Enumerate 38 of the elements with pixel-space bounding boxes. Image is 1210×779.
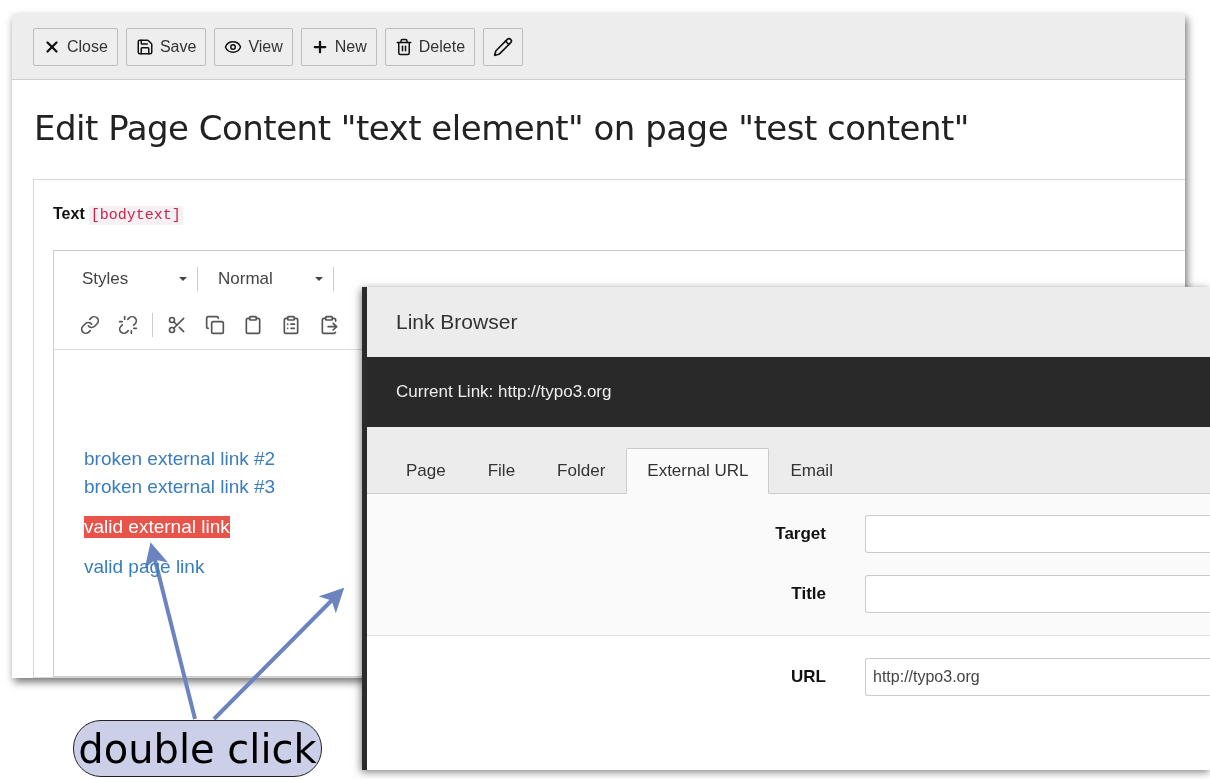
- edit-button[interactable]: [483, 27, 524, 66]
- chain-link-icon: [80, 315, 100, 335]
- toolbar-button[interactable]: New: [300, 27, 377, 66]
- pencil-icon: [493, 36, 514, 57]
- broken-link-icon: [118, 315, 138, 335]
- current-link-bar: Current Link: http://typo3.org: [367, 357, 1210, 427]
- format-select[interactable]: Styles: [74, 267, 198, 291]
- tab[interactable]: Page: [385, 448, 467, 494]
- toolbar-button[interactable]: Close: [33, 27, 118, 66]
- clipboard-list-icon: [281, 315, 301, 335]
- save-icon: [135, 37, 154, 56]
- field-label: Title: [791, 584, 826, 604]
- tab[interactable]: File: [466, 448, 537, 494]
- text-link[interactable]: broken external link #2: [84, 448, 276, 470]
- trash-icon: [394, 37, 413, 56]
- toolbar-button[interactable]: View: [214, 27, 293, 66]
- field-label: Target: [775, 524, 826, 544]
- annotation-callout: double click: [73, 720, 322, 777]
- dialog-title: Link Browser: [367, 287, 1210, 357]
- input-field[interactable]: [865, 515, 1210, 553]
- scissors-icon: [167, 315, 187, 335]
- text-link[interactable]: valid external link: [84, 516, 230, 538]
- copy-icon: [205, 315, 225, 335]
- tab[interactable]: Folder: [536, 448, 627, 494]
- tab[interactable]: Email: [769, 448, 854, 494]
- field-label: URL: [791, 667, 826, 687]
- tab[interactable]: External URL: [626, 448, 770, 494]
- field-name: [bodytext]: [88, 206, 183, 225]
- clipboard-icon: [243, 315, 263, 335]
- page-heading: Edit Page Content "text element" on page "test content": [34, 108, 970, 148]
- text-link[interactable]: broken external link #3: [84, 476, 276, 498]
- format-select[interactable]: Normal: [210, 267, 334, 291]
- input-field[interactable]: [865, 575, 1210, 613]
- toolbar-button[interactable]: Delete: [384, 27, 476, 66]
- url-field[interactable]: http://typo3.org: [865, 658, 1210, 696]
- clipboard-paste-icon: [319, 315, 339, 335]
- toolbar-button[interactable]: Save: [125, 27, 207, 66]
- field-label: Text: [53, 205, 85, 223]
